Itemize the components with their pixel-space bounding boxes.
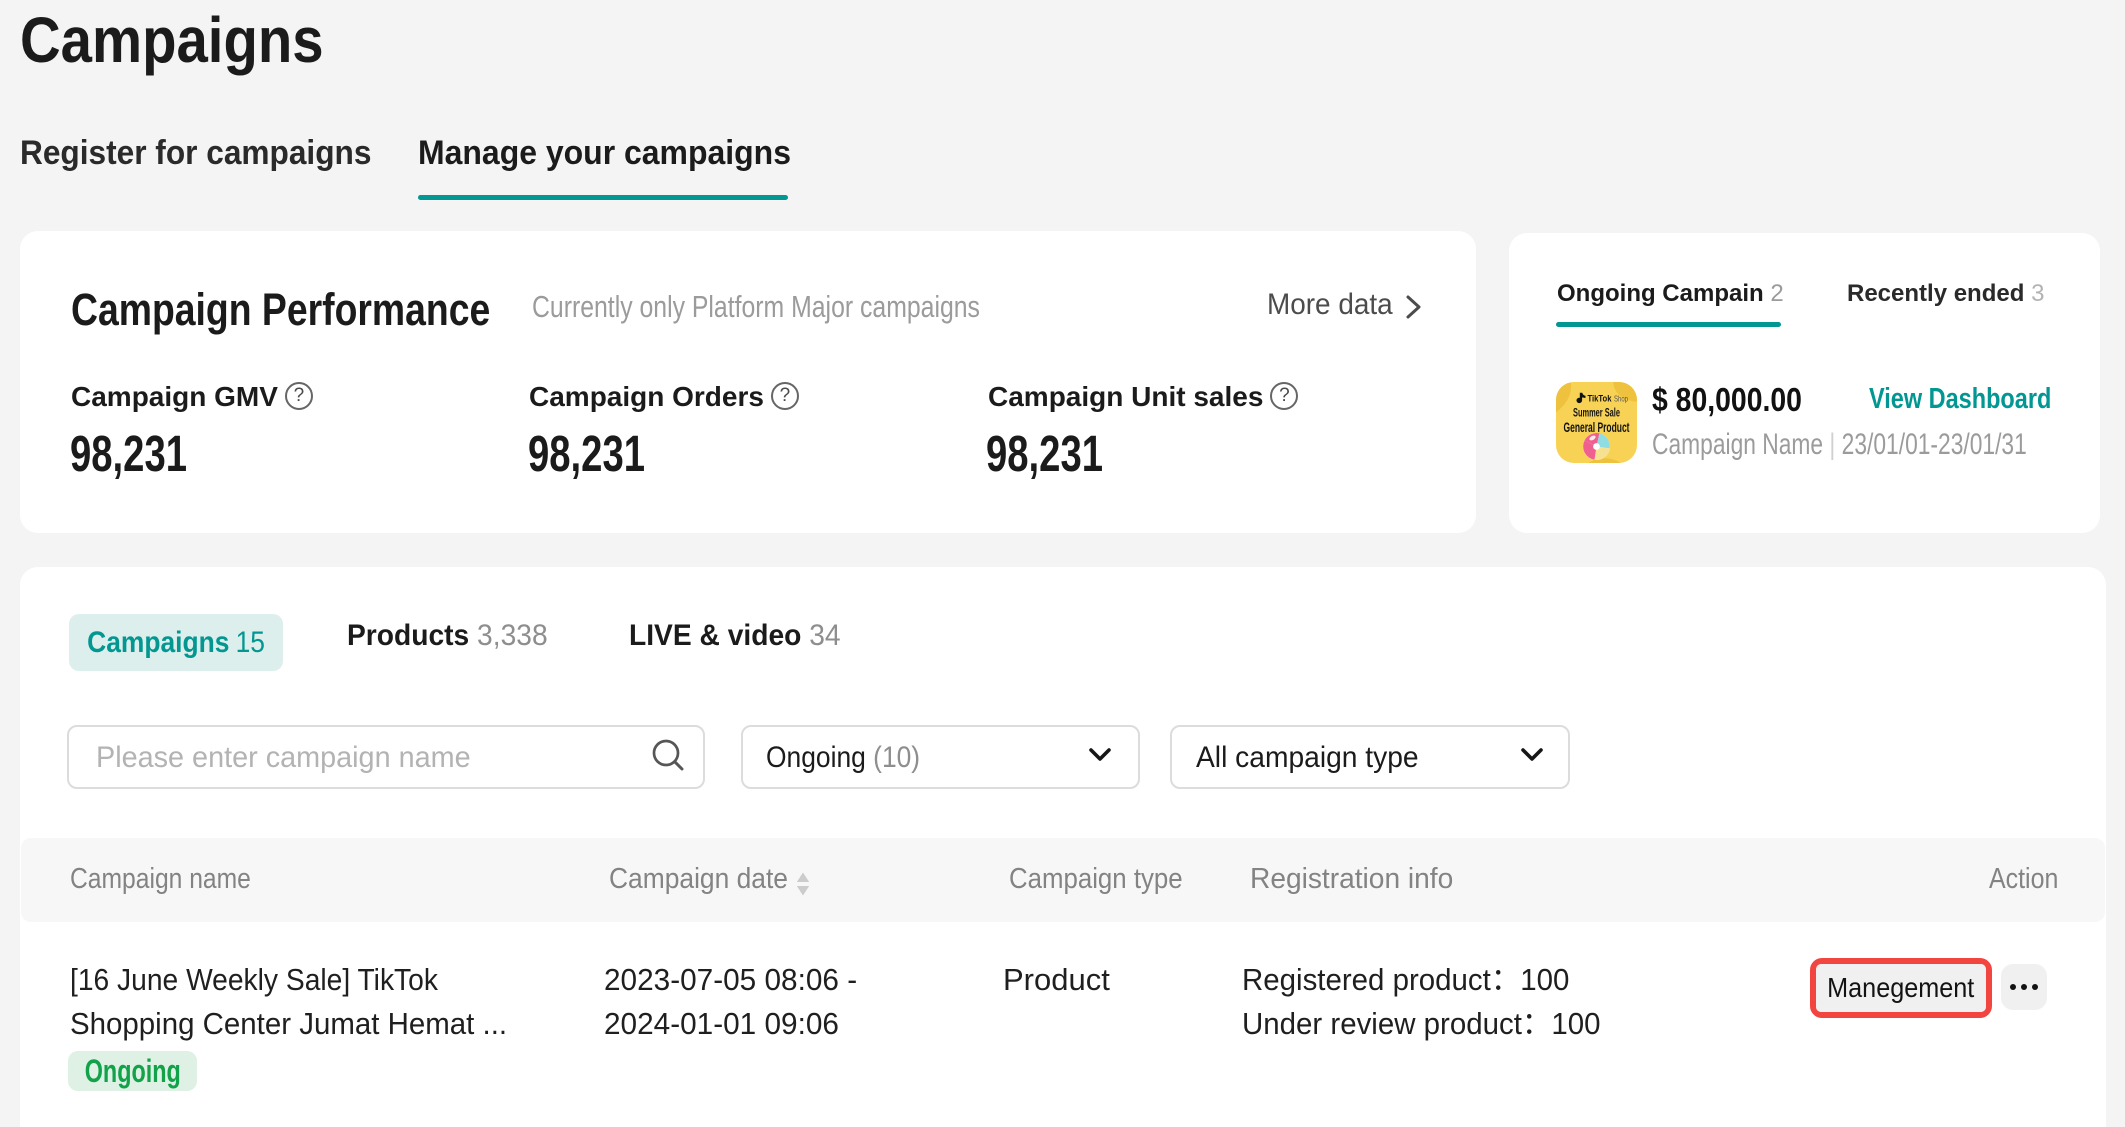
svg-text:Shop: Shop xyxy=(1614,393,1628,403)
svg-text:TikTok: TikTok xyxy=(1588,393,1613,404)
svg-text:Summer Sale: Summer Sale xyxy=(1573,406,1620,420)
svg-text:General Product: General Product xyxy=(1564,420,1630,435)
